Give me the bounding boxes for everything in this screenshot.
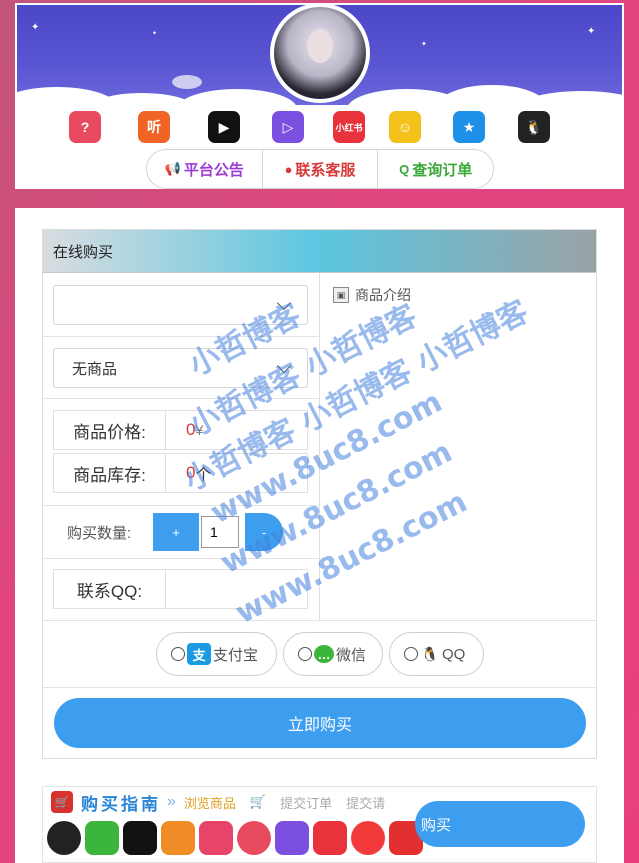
pay-wechat-label: 微信 bbox=[336, 646, 367, 664]
megaphone-icon: 📢 bbox=[164, 161, 181, 176]
description-header: ▣ 商品介绍 bbox=[333, 285, 411, 305]
pay-alipay-option[interactable]: 支 支付宝 bbox=[156, 632, 277, 676]
star-icon: ✦ bbox=[152, 31, 158, 37]
guide-title: 购买指南 bbox=[81, 794, 161, 814]
music-icon bbox=[237, 821, 271, 855]
price-row: 商品价格: 0 ¥ bbox=[53, 410, 308, 450]
cart-icon: 🛒 bbox=[249, 794, 267, 809]
avatar bbox=[270, 3, 370, 103]
product-select[interactable]: 无商品 bbox=[53, 348, 308, 388]
video-play-icon[interactable]: ▶ bbox=[208, 111, 240, 143]
payment-methods: 支 支付宝 … 微信 🐧 QQ bbox=[43, 620, 596, 688]
floating-buy-button[interactable]: 购买 bbox=[415, 801, 585, 847]
stock-value: 0 个 bbox=[166, 454, 307, 492]
quantity-increase-button[interactable]: + bbox=[153, 513, 199, 551]
description-label: 商品介绍 bbox=[355, 287, 411, 303]
guide-step-submit: 提交订单 bbox=[280, 795, 333, 811]
video-icon bbox=[199, 821, 233, 855]
qzone-star-icon[interactable]: ★ bbox=[453, 111, 485, 143]
cloud-shape bbox=[177, 89, 297, 105]
stock-label: 商品库存: bbox=[54, 454, 166, 492]
cartoon-face-icon[interactable]: ☺ bbox=[389, 111, 421, 143]
tiktok-icon bbox=[123, 821, 157, 855]
chevron-down-icon bbox=[276, 358, 292, 374]
kuaishou-music-icon[interactable]: ? bbox=[69, 111, 101, 143]
shopping-cart-icon: 🛒 bbox=[51, 791, 73, 813]
star-icon: ✦ bbox=[421, 41, 427, 48]
pay-qq-label: QQ bbox=[442, 645, 466, 663]
media-play-icon bbox=[275, 821, 309, 855]
price-label: 商品价格: bbox=[54, 411, 166, 449]
alipay-icon: 支 bbox=[187, 643, 211, 665]
moon-shape bbox=[172, 75, 202, 89]
chevron-down-icon bbox=[276, 295, 292, 311]
pay-alipay-label: 支付宝 bbox=[213, 646, 259, 664]
qq-penguin-icon[interactable]: 🐧 bbox=[518, 111, 550, 143]
pay-wechat-option[interactable]: … 微信 bbox=[283, 632, 383, 676]
user-circle-icon: ● bbox=[284, 161, 293, 177]
buy-now-button[interactable]: 立即购买 bbox=[54, 698, 586, 748]
wechat-icon bbox=[85, 821, 119, 855]
category-select[interactable] bbox=[53, 285, 308, 325]
stock-unit: 个 bbox=[195, 467, 212, 484]
quantity-input[interactable]: 1 bbox=[201, 516, 239, 548]
qq-penguin-icon: 🐧 bbox=[421, 645, 439, 662]
panel-title: 在线购买 bbox=[43, 230, 596, 273]
image-icon: ▣ bbox=[333, 287, 349, 303]
pay-qq-option[interactable]: 🐧 QQ bbox=[389, 632, 484, 676]
xiaohongshu-icon[interactable]: 小红书 bbox=[333, 111, 365, 143]
kuaishou-icon bbox=[161, 821, 195, 855]
qq-penguin-icon bbox=[47, 821, 81, 855]
double-arrow-icon: » bbox=[167, 793, 176, 810]
stock-amount: 0 bbox=[186, 463, 196, 482]
star-icon: ✦ bbox=[587, 26, 596, 37]
netease-music-icon bbox=[351, 821, 385, 855]
qq-input[interactable] bbox=[166, 570, 307, 608]
announcement-button[interactable]: 📢 平台公告 bbox=[147, 150, 263, 188]
query-order-label: 查询订单 bbox=[412, 161, 473, 179]
price-value: 0 ¥ bbox=[166, 411, 307, 449]
app-icon-row: ? 听 ▶ ▷ 小红书 ☺ ★ 🐧 bbox=[15, 111, 624, 145]
search-icon: Q bbox=[399, 161, 410, 177]
main-card: 在线购买 无商品 商品价格: 0 ¥ 商品库存: 0 个 购买数量: + 1 -… bbox=[15, 208, 624, 863]
contact-support-label: 联系客服 bbox=[295, 161, 356, 179]
qq-label: 联系QQ: bbox=[54, 570, 166, 608]
radio-button[interactable] bbox=[298, 647, 312, 661]
guide-step-browse: 浏览商品 bbox=[183, 795, 236, 811]
video-play-icon bbox=[313, 821, 347, 855]
query-order-button[interactable]: Q 查询订单 bbox=[378, 150, 493, 188]
star-icon: ✦ bbox=[31, 22, 40, 33]
guide-step-next: 提交请 bbox=[346, 795, 386, 811]
header-nav: 📢 平台公告 ● 联系客服 Q 查询订单 bbox=[146, 149, 494, 189]
stock-row: 商品库存: 0 个 bbox=[53, 453, 308, 493]
purchase-panel: 在线购买 无商品 商品价格: 0 ¥ 商品库存: 0 个 购买数量: + 1 -… bbox=[42, 229, 597, 759]
price-unit: ¥ bbox=[195, 422, 204, 438]
announcement-label: 平台公告 bbox=[183, 161, 244, 179]
ting-icon[interactable]: 听 bbox=[138, 111, 170, 143]
media-play-icon[interactable]: ▷ bbox=[272, 111, 304, 143]
radio-button[interactable] bbox=[171, 647, 185, 661]
wechat-icon: … bbox=[314, 645, 334, 663]
header-card: ✦ ✦ ✦ ✦ ? 听 ▶ ▷ 小红书 ☺ ★ 🐧 📢 平台公告 ● 联系客服 Q 查询订单 bbox=[15, 3, 624, 189]
product-description: ▣ 商品介绍 bbox=[320, 273, 598, 620]
purchase-form: 无商品 商品价格: 0 ¥ 商品库存: 0 个 购买数量: + 1 - 联系QQ… bbox=[43, 273, 320, 620]
quantity-label: 购买数量: bbox=[67, 525, 132, 542]
quantity-decrease-button[interactable]: - bbox=[245, 513, 283, 551]
contact-support-button[interactable]: ● 联系客服 bbox=[263, 150, 379, 188]
radio-button[interactable] bbox=[404, 647, 418, 661]
product-select-value: 无商品 bbox=[72, 360, 118, 378]
qq-row: 联系QQ: bbox=[53, 569, 308, 609]
